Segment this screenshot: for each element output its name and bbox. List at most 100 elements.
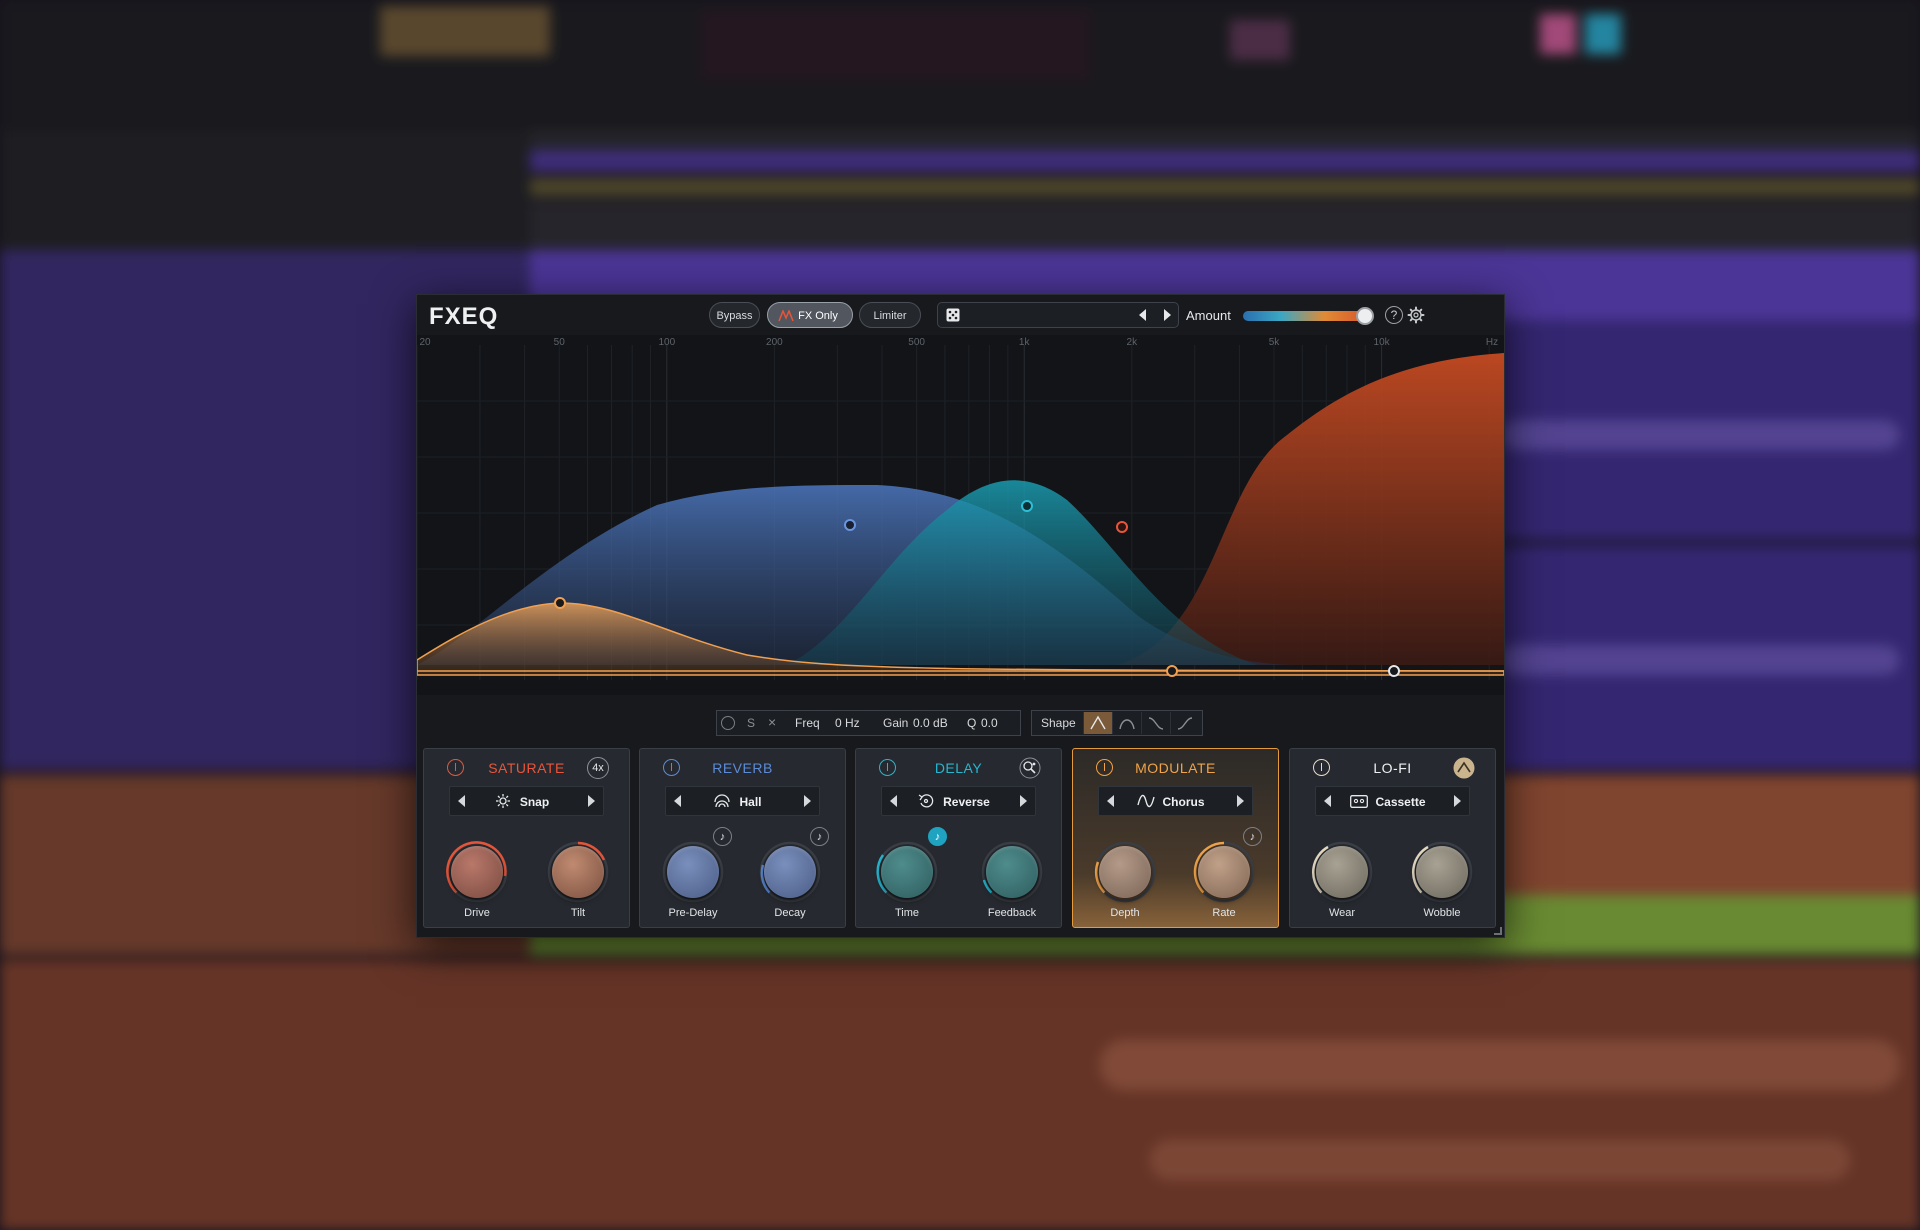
lofi-mode-icon[interactable] [1453,757,1475,779]
feedback-label: Feedback [987,907,1037,919]
band-power-icon[interactable] [721,716,735,730]
wear-label: Wear [1328,907,1356,919]
rate-label: Rate [1212,907,1236,919]
band-parameter-bar: S × Freq 0 Hz Gain 0.0 dB Q 0.0 [716,710,1021,736]
band-gain-label: Gain [883,716,909,730]
drive-label: Drive [464,907,490,919]
app-title: FXEQ [429,303,499,330]
wear-knob[interactable] [1310,840,1374,904]
amount-slider-thumb[interactable] [1356,307,1375,325]
eq-freq-label: 2k [1127,337,1139,348]
saturate-preset-name: Snap [519,795,550,809]
saturate-preset-selector[interactable]: Snap [449,786,604,816]
wobble-knob[interactable] [1410,840,1474,904]
band-gain-value[interactable]: 0.0 dB [913,716,948,730]
reverb-preset-selector[interactable]: Hall [665,786,820,816]
shape-highshelf-button[interactable] [1170,712,1199,734]
eq-freq-label: Hz [1486,337,1498,348]
time-label: Time [894,907,920,919]
reverb-preset-name: Hall [739,795,762,809]
eq-node-extra[interactable] [1388,665,1400,677]
band-freq-label: Freq [795,716,820,730]
fx-only-button[interactable]: FX Only [767,302,853,328]
delay-preset-name: Reverse [943,795,990,809]
module-lofi: LO-FI Cassette Wear Wobble [1289,748,1496,928]
modulate-preset-selector[interactable]: Chorus [1098,786,1253,816]
eq-freq-label: 100 [658,337,675,348]
shape-notch-button[interactable] [1112,712,1141,734]
band-solo-button[interactable]: S [747,716,755,730]
highshelf-shape-icon [1177,717,1193,730]
decay-knob[interactable] [758,840,822,904]
saturate-oversample-button[interactable]: 4x [587,757,609,779]
module-modulate: MODULATE Chorus ♪ Depth Rate [1072,748,1279,928]
band-q-label: Q [967,716,977,730]
eq-node-saturate[interactable] [554,597,566,609]
predelay-knob[interactable] [661,840,725,904]
reverb-title: REVERB [712,760,773,776]
delay-next-icon[interactable] [1020,795,1027,807]
preset-bar[interactable] [937,302,1179,328]
eq-node-delay[interactable] [1021,500,1033,512]
lofi-next-icon[interactable] [1454,795,1461,807]
tilt-label: Tilt [570,907,586,919]
preset-next-icon[interactable] [1164,309,1171,321]
fxeq-plugin-window: FXEQ Bypass FX Only Limiter Amount ? 20 … [416,294,1505,938]
modulate-next-icon[interactable] [1237,795,1244,807]
amount-slider[interactable] [1243,307,1375,325]
time-knob[interactable] [875,840,939,904]
eq-node-modulate[interactable] [1166,665,1178,677]
module-saturate: SATURATE 4x Snap Drive Tilt [423,748,630,928]
tilt-knob[interactable] [546,840,610,904]
band-q-value[interactable]: 0.0 [981,716,998,730]
eq-freq-label: 50 [554,337,566,348]
bypass-button[interactable]: Bypass [709,302,760,328]
module-delay: DELAY Reverse ♪ Time Feedback [855,748,1062,928]
bell-shape-icon [1090,715,1106,730]
predelay-label: Pre-Delay [668,907,718,919]
shape-bell-button[interactable] [1083,712,1112,734]
eq-freq-label: 5k [1269,337,1281,348]
reverb-next-icon[interactable] [804,795,811,807]
amount-label: Amount [1186,308,1231,323]
limiter-button[interactable]: Limiter [859,302,921,328]
eq-display[interactable]: 20 50 100 200 500 1k 2k 5k 10k Hz [417,335,1504,695]
decay-label: Decay [774,907,806,919]
eq-freq-label: 200 [766,337,783,348]
drive-knob[interactable] [445,840,509,904]
eq-node-lofi[interactable] [1116,521,1128,533]
eq-freq-label: 20 [419,337,431,348]
eq-graph[interactable]: 20 50 100 200 500 1k 2k 5k 10k Hz [417,335,1504,695]
dice-icon[interactable] [946,308,960,322]
eq-node-reverb[interactable] [844,519,856,531]
eq-freq-label: 500 [908,337,925,348]
feedback-knob[interactable] [980,840,1044,904]
lowshelf-shape-icon [1148,717,1164,730]
lofi-preset-selector[interactable]: Cassette [1315,786,1470,816]
eq-freq-label: 1k [1019,337,1031,348]
preset-prev-icon[interactable] [1139,309,1146,321]
notch-shape-icon [1119,719,1135,730]
shape-lowshelf-button[interactable] [1141,712,1170,734]
modulate-preset-name: Chorus [1162,795,1205,809]
ping-pong-icon[interactable] [1019,757,1041,779]
module-reverb: REVERB Hall ♪ ♪ Pre-Delay Decay [639,748,846,928]
fx-only-icon [778,310,794,322]
help-icon[interactable]: ? [1385,306,1403,324]
shape-label: Shape [1041,716,1076,730]
shape-selector: Shape [1031,710,1203,736]
eq-freq-labels: 20 50 100 200 500 1k 2k 5k 10k Hz [419,337,1498,348]
fx-only-label: FX Only [798,310,838,322]
band-delete-icon[interactable]: × [768,714,776,730]
modulate-title: MODULATE [1135,760,1216,776]
band-freq-value[interactable]: 0 Hz [835,716,860,730]
lofi-preset-name: Cassette [1375,795,1426,809]
wobble-label: Wobble [1423,907,1461,919]
gear-icon[interactable] [1407,306,1425,324]
rate-knob[interactable] [1192,840,1256,904]
saturate-next-icon[interactable] [588,795,595,807]
resize-handle[interactable] [1494,927,1502,935]
depth-knob[interactable] [1093,840,1157,904]
delay-preset-selector[interactable]: Reverse [881,786,1036,816]
depth-label: Depth [1110,907,1140,919]
